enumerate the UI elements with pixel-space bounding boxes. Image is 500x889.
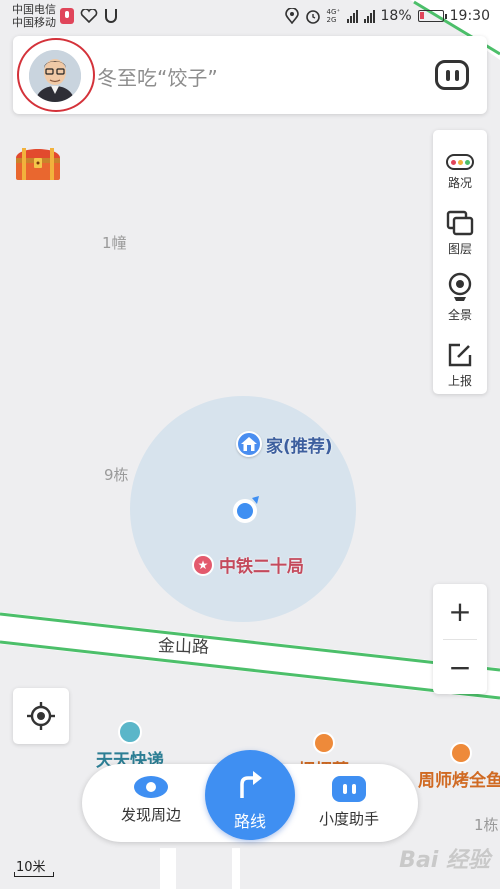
zoom-in-button[interactable]: + bbox=[433, 584, 487, 638]
scale-bar bbox=[14, 872, 54, 877]
battery-percent: 18% bbox=[380, 8, 412, 24]
notification-icons bbox=[60, 8, 118, 24]
assistant-label: 小度助手 bbox=[318, 810, 379, 828]
route-label: 路线 bbox=[233, 812, 266, 831]
truck-icon bbox=[118, 720, 142, 744]
star-poi[interactable]: ★ 中铁二十局 bbox=[192, 552, 304, 577]
current-location-icon bbox=[233, 496, 259, 523]
carrier-info: 中国电信 中国移动 bbox=[12, 3, 56, 29]
layers-button[interactable]: 图层 bbox=[433, 204, 487, 270]
watermark: Bai 经验 bbox=[399, 848, 490, 873]
user-avatar-icon bbox=[29, 50, 81, 102]
signal-icon bbox=[346, 9, 358, 23]
bowl-icon bbox=[312, 732, 335, 754]
search-bar[interactable]: 冬至吃“饺子” bbox=[13, 36, 487, 114]
zoom-out-button[interactable]: − bbox=[433, 640, 487, 694]
panorama-icon bbox=[448, 272, 472, 301]
zoom-control: + − bbox=[433, 584, 487, 694]
star-icon: ★ bbox=[192, 553, 214, 576]
building-label: 1栋 bbox=[474, 816, 499, 834]
building-label: 9栋 bbox=[104, 466, 129, 484]
home-poi-label: 家(推荐) bbox=[266, 436, 333, 457]
crosshair-icon bbox=[27, 702, 55, 730]
network-type: 4G⁺ 2G bbox=[326, 8, 341, 24]
traffic-light-icon bbox=[446, 154, 474, 170]
eye-icon bbox=[134, 776, 168, 798]
layers-icon bbox=[446, 210, 474, 236]
search-input[interactable]: 冬至吃“饺子” bbox=[97, 62, 218, 91]
shield-icon bbox=[105, 9, 117, 23]
microphone-icon bbox=[60, 8, 74, 24]
carrier-2: 中国移动 bbox=[12, 16, 56, 29]
assistant-button[interactable]: 小度助手 bbox=[304, 776, 394, 829]
star-poi-label: 中铁二十局 bbox=[219, 557, 304, 577]
panorama-label: 全景 bbox=[447, 308, 472, 322]
layers-label: 图层 bbox=[447, 242, 472, 256]
carrier-1: 中国电信 bbox=[12, 3, 56, 16]
report-button[interactable]: 上报 bbox=[433, 336, 487, 402]
home-icon bbox=[236, 431, 262, 457]
bowl-icon bbox=[449, 742, 472, 764]
clock: 19:30 bbox=[449, 8, 490, 24]
locate-button[interactable] bbox=[13, 688, 69, 744]
home-poi[interactable]: 家(推荐) bbox=[236, 431, 333, 457]
traffic-label: 路况 bbox=[447, 176, 472, 190]
map-toolbar: 路况 图层 全景 上报 bbox=[433, 130, 487, 394]
xiaodu-icon bbox=[332, 776, 366, 802]
report-label: 上报 bbox=[447, 374, 472, 388]
route-button[interactable]: 路线 bbox=[205, 750, 295, 840]
alarm-icon bbox=[305, 10, 320, 24]
discover-label: 发现周边 bbox=[120, 806, 181, 824]
xiaodu-voice-icon[interactable] bbox=[435, 60, 469, 90]
poi-bbq-label: 周师烤全鱼 bbox=[418, 771, 500, 791]
building-label: 1幢 bbox=[102, 234, 127, 252]
battery-icon bbox=[417, 10, 447, 22]
avatar[interactable] bbox=[29, 50, 81, 102]
treasure-chest-icon[interactable] bbox=[12, 140, 64, 184]
status-bar: 中国电信 中国移动 4G⁺ 2G 18% 19:30 bbox=[0, 0, 500, 34]
discover-nearby-button[interactable]: 发现周边 bbox=[106, 776, 196, 825]
traffic-button[interactable]: 路况 bbox=[433, 138, 487, 204]
road-label: 金山路 bbox=[157, 636, 210, 658]
poi-bbq[interactable]: 周师烤全鱼 bbox=[418, 742, 500, 791]
signal-icon bbox=[363, 9, 375, 23]
edit-icon bbox=[448, 343, 472, 367]
route-arrow-icon bbox=[240, 771, 262, 798]
heart-icon bbox=[80, 9, 98, 23]
panorama-button[interactable]: 全景 bbox=[433, 270, 487, 336]
location-pin-icon bbox=[284, 8, 299, 24]
status-right: 4G⁺ 2G 18% 19:30 bbox=[284, 8, 490, 24]
